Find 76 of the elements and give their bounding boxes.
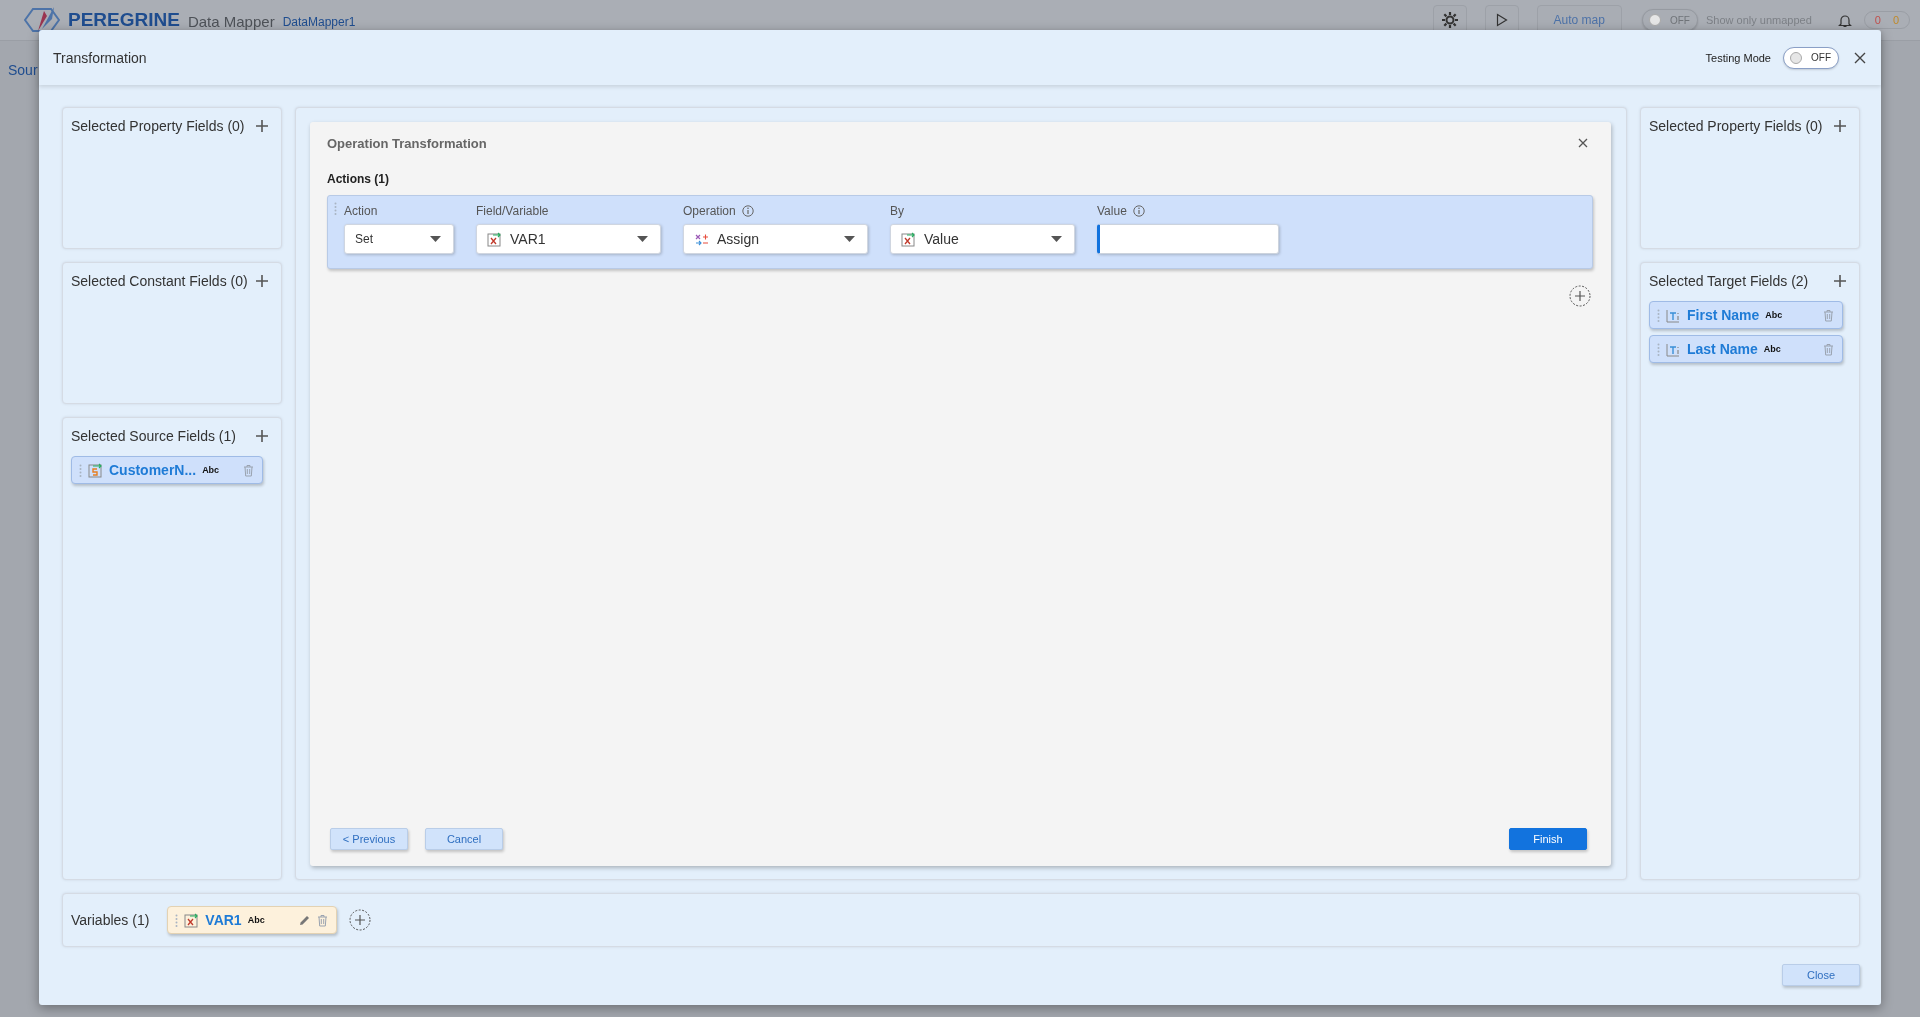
field-chip[interactable]: Last Name Abc bbox=[1649, 335, 1843, 363]
panel-title: Selected Property Fields (0) bbox=[71, 118, 245, 134]
field-label: Value bbox=[1097, 204, 1127, 218]
add-icon[interactable] bbox=[1569, 285, 1591, 307]
variable-icon bbox=[184, 912, 200, 928]
field-label: Field/Variable bbox=[476, 204, 549, 218]
field-chip[interactable]: First Name Abc bbox=[1649, 301, 1843, 329]
settings-icon bbox=[1440, 11, 1459, 29]
trash-icon[interactable] bbox=[243, 463, 254, 477]
field-name: Last Name bbox=[1687, 341, 1758, 357]
play-icon bbox=[1495, 13, 1508, 27]
drag-handle-icon[interactable] bbox=[334, 202, 337, 215]
add-icon[interactable] bbox=[1833, 119, 1847, 133]
operation-title: Operation Transformation bbox=[327, 135, 487, 151]
field-label: Action bbox=[344, 204, 378, 218]
field-label: Operation bbox=[683, 204, 736, 218]
dropdown[interactable]: VAR1 bbox=[476, 224, 661, 254]
field-name: VAR1 bbox=[205, 912, 242, 928]
warning-count: 0 bbox=[1892, 14, 1899, 26]
drag-handle-icon[interactable] bbox=[1657, 308, 1660, 322]
text-field-icon bbox=[1666, 341, 1681, 357]
panel-title: Selected Constant Fields (0) bbox=[71, 273, 248, 289]
field-chip[interactable]: CustomerN... Abc bbox=[71, 456, 263, 484]
add-icon[interactable] bbox=[349, 909, 372, 931]
variable-icon bbox=[901, 231, 916, 247]
add-icon[interactable] bbox=[255, 274, 269, 288]
panel-title: Selected Property Fields (0) bbox=[1649, 118, 1823, 134]
close-button[interactable]: Close bbox=[1782, 964, 1860, 986]
value-field[interactable] bbox=[1097, 224, 1279, 254]
field-type: Abc bbox=[247, 915, 265, 925]
pencil-icon[interactable] bbox=[298, 913, 312, 927]
finish-button[interactable]: Finish bbox=[1509, 828, 1587, 850]
variable-chip[interactable]: VAR1 Abc bbox=[167, 906, 338, 934]
sources-link[interactable]: Sour bbox=[8, 62, 38, 78]
trash-icon[interactable] bbox=[1823, 308, 1834, 322]
field-type: Abc bbox=[1765, 310, 1783, 320]
text-field-icon bbox=[1666, 307, 1681, 323]
error-count: 0 bbox=[1874, 14, 1881, 26]
caret-icon bbox=[637, 236, 648, 242]
drag-handle-icon[interactable] bbox=[175, 913, 179, 927]
caret-icon bbox=[844, 236, 855, 242]
actions-heading: Actions (1) bbox=[327, 172, 390, 186]
caret-icon bbox=[1051, 236, 1062, 242]
field-icon bbox=[88, 462, 103, 478]
dropdown[interactable]: Set bbox=[344, 224, 454, 254]
panel-title: Selected Target Fields (2) bbox=[1649, 273, 1809, 289]
dialog-title: Transformation bbox=[53, 49, 147, 66]
trash-icon[interactable] bbox=[317, 913, 329, 927]
close-icon[interactable] bbox=[1578, 138, 1588, 148]
add-icon[interactable] bbox=[255, 119, 269, 133]
field-type: Abc bbox=[1763, 344, 1781, 354]
panel-title: Selected Source Fields (1) bbox=[71, 428, 236, 444]
toggle-switch[interactable]: OFF bbox=[1783, 46, 1839, 69]
secondary-button[interactable]: < Previous bbox=[330, 828, 408, 850]
drag-handle-icon[interactable] bbox=[79, 463, 82, 477]
trash-icon[interactable] bbox=[1823, 342, 1834, 356]
variable-icon bbox=[487, 231, 502, 247]
close-icon[interactable] bbox=[1853, 50, 1867, 65]
product-name: Data Mapper bbox=[187, 12, 275, 30]
testing-mode-label: Testing Mode bbox=[1705, 51, 1771, 64]
field-name: First Name bbox=[1687, 307, 1760, 323]
add-icon[interactable] bbox=[1833, 274, 1847, 288]
field-type: Abc bbox=[202, 465, 220, 475]
logo-text: PEREGRINE bbox=[68, 9, 180, 31]
field-label: By bbox=[890, 204, 904, 218]
dropdown[interactable]: Assign bbox=[683, 224, 868, 254]
document-link[interactable]: DataMapper1 bbox=[282, 15, 356, 29]
bell-icon[interactable] bbox=[1837, 12, 1852, 28]
variables-label: Variables (1) bbox=[71, 912, 150, 928]
caret-icon bbox=[430, 236, 441, 242]
add-icon[interactable] bbox=[255, 429, 269, 443]
dropdown[interactable]: Value bbox=[890, 224, 1075, 254]
drag-handle-icon[interactable] bbox=[1657, 342, 1660, 356]
field-name: CustomerN... bbox=[109, 462, 197, 478]
logo-icon bbox=[24, 5, 60, 35]
secondary-button[interactable]: Cancel bbox=[425, 828, 503, 850]
